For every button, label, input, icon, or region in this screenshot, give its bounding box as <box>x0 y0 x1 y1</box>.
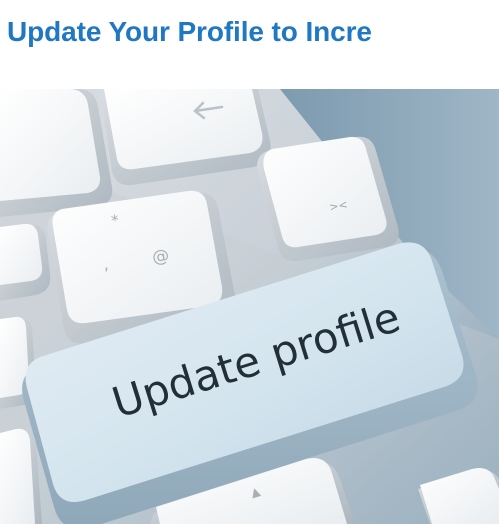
article-headline[interactable]: Update Your Profile to Incre <box>7 14 372 50</box>
page: Update Your Profile to Incre >< * @ , Up… <box>0 0 499 524</box>
keyboard-photo: >< * @ , Update profile ▲ <box>0 89 499 524</box>
keyboard-illustration: >< * @ , Update profile ▲ <box>0 89 499 524</box>
